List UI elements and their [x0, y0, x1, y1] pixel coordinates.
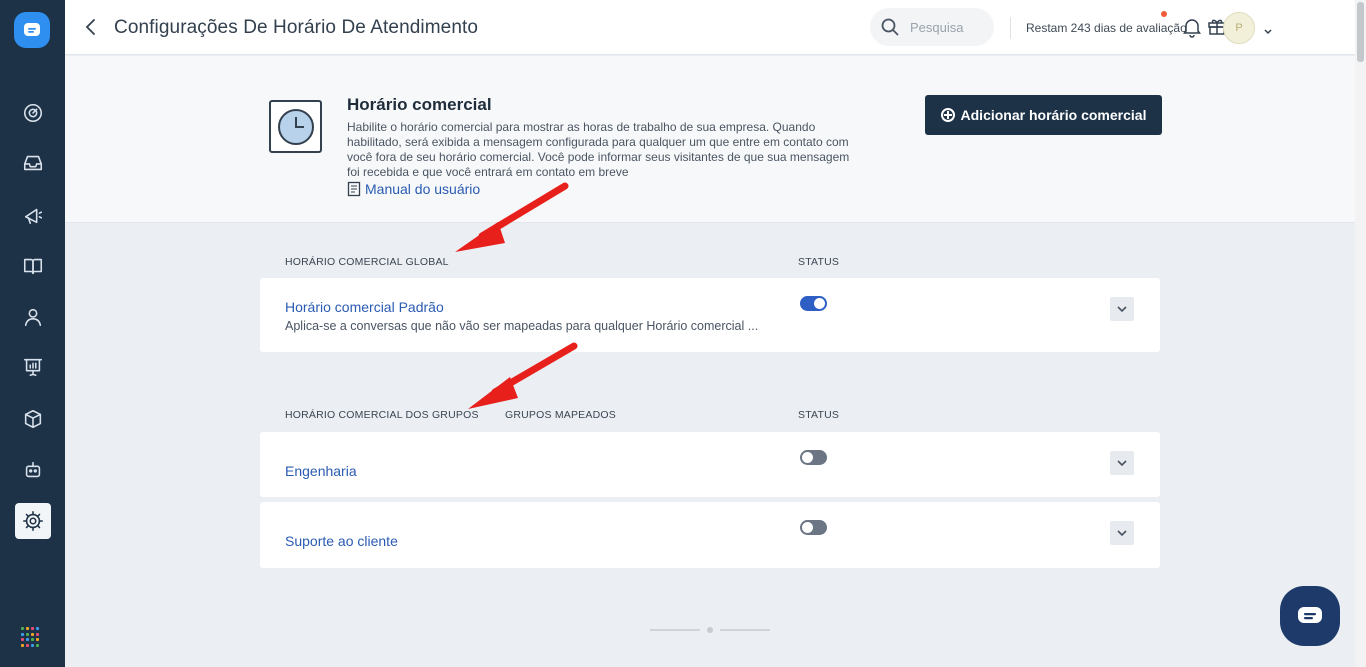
- suporte-name[interactable]: Suporte ao cliente: [285, 533, 398, 549]
- cube-icon[interactable]: [15, 401, 51, 437]
- freshchat-logo-icon[interactable]: [14, 12, 50, 48]
- megaphone-icon[interactable]: [15, 197, 51, 233]
- groups-status-column-header: STATUS: [798, 409, 840, 421]
- chevron-down-icon[interactable]: [1110, 297, 1134, 321]
- default-hours-name[interactable]: Horário comercial Padrão: [285, 299, 444, 315]
- global-hours-column-header: HORÁRIO COMERCIAL GLOBAL: [285, 256, 449, 268]
- red-arrow-icon: [468, 342, 578, 409]
- user-manual-label: Manual do usuário: [365, 181, 481, 197]
- scrollbar-thumb[interactable]: [1357, 2, 1364, 62]
- page-title: Configurações De Horário De Atendimento: [114, 17, 479, 38]
- topbar-divider: [1010, 17, 1011, 39]
- search-box[interactable]: [870, 8, 994, 46]
- table-row-default-hours: Horário comercial Padrão Aplica-se a con…: [260, 278, 1160, 352]
- dashboard-icon[interactable]: [15, 95, 51, 131]
- table-row-suporte: Suporte ao cliente: [260, 502, 1160, 568]
- mapped-groups-column-header: GRUPOS MAPEADOS: [505, 409, 616, 421]
- trial-days-text[interactable]: Restam 243 dias de avaliação: [1026, 21, 1187, 35]
- clock-icon: [269, 100, 322, 153]
- chat-widget-button[interactable]: [1280, 586, 1340, 646]
- section-description: Habilite o horário comercial para mostra…: [347, 120, 850, 179]
- avatar[interactable]: P: [1223, 12, 1255, 44]
- add-business-hours-button[interactable]: Adicionar horário comercial: [925, 95, 1162, 135]
- default-hours-subtitle: Aplica-se a conversas que não vão ser ma…: [285, 319, 759, 333]
- reports-icon[interactable]: [15, 349, 51, 385]
- notification-dot: [1161, 11, 1167, 17]
- topbar: Configurações De Horário De Atendimento …: [65, 0, 1355, 55]
- engenharia-name[interactable]: Engenharia: [285, 463, 357, 479]
- chevron-down-icon[interactable]: [1263, 23, 1273, 35]
- default-hours-status-toggle[interactable]: [800, 296, 827, 311]
- contacts-icon[interactable]: [15, 299, 51, 335]
- chevron-down-icon[interactable]: [1110, 521, 1134, 545]
- engenharia-status-toggle[interactable]: [800, 450, 827, 465]
- business-hours-header: Horário comercial Habilite o horário com…: [65, 56, 1355, 223]
- suporte-status-toggle[interactable]: [800, 520, 827, 535]
- book-icon[interactable]: [15, 248, 51, 284]
- plus-circle-icon: [940, 108, 955, 122]
- search-input[interactable]: [910, 19, 990, 35]
- scrollbar[interactable]: [1355, 0, 1366, 667]
- global-status-column-header: STATUS: [798, 256, 840, 268]
- table-row-engenharia: Engenharia: [260, 432, 1160, 497]
- add-business-hours-label: Adicionar horário comercial: [960, 107, 1147, 123]
- bot-icon[interactable]: [15, 452, 51, 488]
- user-manual-link[interactable]: Manual do usuário: [347, 181, 480, 197]
- bell-icon[interactable]: [1182, 16, 1202, 38]
- section-title: Horário comercial: [347, 95, 492, 114]
- search-icon: [881, 18, 899, 36]
- groups-hours-column-header: HORÁRIO COMERCIAL DOS GRUPOS: [285, 409, 479, 421]
- chevron-down-icon[interactable]: [1110, 451, 1134, 475]
- settings-icon[interactable]: [15, 503, 51, 539]
- pagination-indicator: [650, 627, 770, 633]
- sidebar: [0, 0, 65, 667]
- inbox-icon[interactable]: [15, 145, 51, 181]
- manual-book-icon: [347, 181, 361, 197]
- apps-grid-icon[interactable]: [21, 627, 41, 647]
- chat-bubble-icon: [1298, 607, 1322, 623]
- back-arrow-icon[interactable]: [81, 16, 101, 38]
